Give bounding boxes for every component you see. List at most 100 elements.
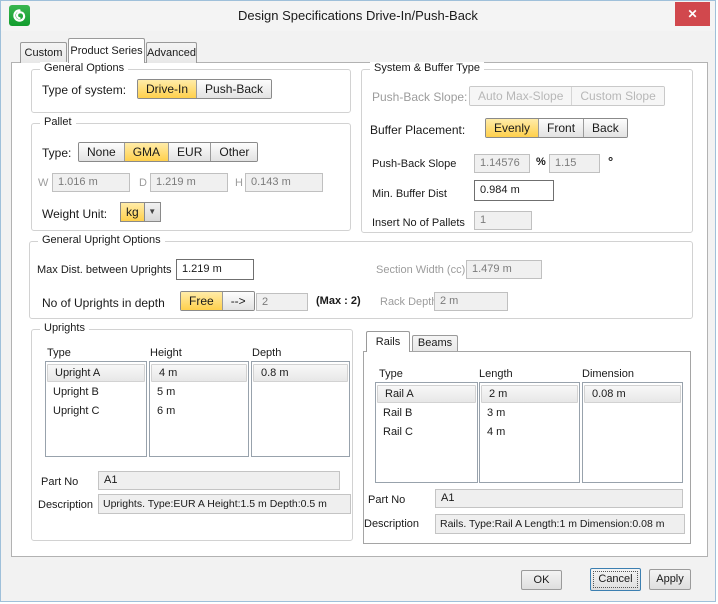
- rack-depth-field: 2 m: [434, 292, 508, 311]
- pallet-width-field: 1.016 m: [52, 173, 130, 192]
- tab-rails[interactable]: Rails: [366, 331, 410, 352]
- rails-type-list[interactable]: Rail A Rail B Rail C: [375, 382, 478, 483]
- width-label: W: [38, 177, 48, 189]
- buffer-placement-label: Buffer Placement:: [370, 123, 465, 137]
- column-header-depth: Depth: [252, 347, 281, 359]
- chevron-down-icon[interactable]: ▼: [145, 202, 161, 222]
- rails-length-list[interactable]: 2 m 3 m 4 m: [479, 382, 580, 483]
- rails-beams-control: Rails Beams Type Length Dimension Rail A…: [361, 331, 693, 546]
- list-item[interactable]: Upright C: [46, 402, 146, 421]
- group-title: General Upright Options: [38, 234, 165, 246]
- uprights-height-list[interactable]: 4 m 5 m 6 m: [149, 361, 249, 457]
- option-drive-in[interactable]: Drive-In: [138, 80, 196, 98]
- list-item[interactable]: 5 m: [150, 383, 248, 402]
- part-no-label: Part No: [368, 494, 405, 506]
- rails-part-no-field: A1: [435, 489, 683, 508]
- list-item[interactable]: 2 m: [481, 385, 578, 403]
- list-item[interactable]: 4 m: [480, 423, 579, 442]
- push-back-slope-toggle-label: Push-Back Slope:: [372, 90, 467, 104]
- option-other[interactable]: Other: [210, 143, 257, 161]
- column-header-type: Type: [379, 368, 403, 380]
- list-item[interactable]: Rail B: [376, 404, 477, 423]
- list-item[interactable]: 0.8 m: [253, 364, 348, 382]
- push-back-slope-label: Push-Back Slope: [372, 158, 456, 170]
- slope-degrees-field: 1.15: [549, 154, 600, 173]
- description-label: Description: [364, 518, 419, 530]
- list-item[interactable]: Rail A: [377, 385, 476, 403]
- uprights-depth-segmented: Free -->: [180, 291, 255, 311]
- list-item[interactable]: 6 m: [150, 402, 248, 421]
- pallet-type-label: Type:: [42, 146, 71, 160]
- group-pallet: Pallet Type: None GMA EUR Other W 1.016 …: [31, 123, 351, 231]
- column-header-dimension: Dimension: [582, 368, 634, 380]
- rails-dimension-list[interactable]: 0.08 m: [582, 382, 683, 483]
- pallet-type-segmented: None GMA EUR Other: [78, 142, 258, 162]
- uprights-part-no-field: A1: [98, 471, 340, 490]
- no-uprights-field: 2: [256, 293, 308, 311]
- option-eur[interactable]: EUR: [168, 143, 210, 161]
- weight-unit-value: kg: [120, 202, 145, 222]
- pallet-height-field: 0.143 m: [245, 173, 323, 192]
- pallet-depth-field: 1.219 m: [150, 173, 228, 192]
- rails-description-field: Rails. Type:Rail A Length:1 m Dimension:…: [435, 514, 685, 534]
- description-label: Description: [38, 499, 93, 511]
- option-gma[interactable]: GMA: [124, 143, 168, 161]
- tab-advanced[interactable]: Advanced: [146, 42, 197, 63]
- window-title: Design Specifications Drive-In/Push-Back: [1, 8, 715, 23]
- group-uprights: Uprights Type Height Depth Upright A Upr…: [31, 329, 353, 541]
- section-width-field: 1.479 m: [466, 260, 542, 279]
- group-title: General Options: [40, 62, 128, 74]
- type-of-system-label: Type of system:: [42, 83, 126, 97]
- list-item[interactable]: Upright B: [46, 383, 146, 402]
- insert-pallets-field: 1: [474, 211, 532, 230]
- list-item[interactable]: 4 m: [151, 364, 247, 382]
- dialog-window: Design Specifications Drive-In/Push-Back…: [0, 0, 716, 602]
- degree-sign: °: [608, 154, 613, 169]
- list-item[interactable]: 0.08 m: [584, 385, 681, 403]
- list-item[interactable]: 3 m: [480, 404, 579, 423]
- slope-percent-field: 1.14576: [474, 154, 530, 173]
- option-front[interactable]: Front: [538, 119, 583, 137]
- insert-pallets-label: Insert No of Pallets: [372, 217, 465, 229]
- option-auto-max-slope: Auto Max-Slope: [470, 87, 571, 105]
- depth-label: D: [139, 177, 147, 189]
- option-free[interactable]: Free: [181, 292, 222, 310]
- option-push-back[interactable]: Push-Back: [196, 80, 271, 98]
- no-uprights-label: No of Uprights in depth: [42, 296, 165, 310]
- part-no-label: Part No: [41, 476, 78, 488]
- ok-button[interactable]: OK: [521, 570, 562, 590]
- group-general-options: General Options Type of system: Drive-In…: [31, 69, 351, 113]
- weight-unit-label: Weight Unit:: [42, 207, 107, 221]
- option-evenly[interactable]: Evenly: [486, 119, 538, 137]
- close-button[interactable]: ✕: [675, 2, 710, 26]
- section-width-label: Section Width (cc): [376, 264, 465, 276]
- option-none[interactable]: None: [79, 143, 124, 161]
- column-header-height: Height: [150, 347, 182, 359]
- min-buffer-label: Min. Buffer Dist: [372, 188, 447, 200]
- group-title: System & Buffer Type: [370, 62, 484, 74]
- option-arrow[interactable]: -->: [222, 292, 254, 310]
- tab-custom[interactable]: Custom: [20, 42, 67, 63]
- apply-button[interactable]: Apply: [649, 569, 691, 590]
- uprights-depth-list[interactable]: 0.8 m: [251, 361, 350, 457]
- group-general-upright: General Upright Options Max Dist. betwee…: [29, 241, 693, 319]
- option-back[interactable]: Back: [583, 119, 627, 137]
- group-title: Pallet: [40, 116, 76, 128]
- rack-depth-label: Rack Depth: [380, 296, 437, 308]
- type-of-system-segmented: Drive-In Push-Back: [137, 79, 272, 99]
- tab-beams[interactable]: Beams: [412, 335, 458, 351]
- cancel-button[interactable]: Cancel: [590, 568, 641, 591]
- height-label: H: [235, 177, 243, 189]
- tab-product-series[interactable]: Product Series: [68, 38, 145, 63]
- max-dist-input[interactable]: 1.219 m: [176, 259, 254, 280]
- group-title: Uprights: [40, 322, 89, 334]
- buffer-placement-segmented: Evenly Front Back: [485, 118, 628, 138]
- list-item[interactable]: Upright A: [47, 364, 145, 382]
- uprights-type-list[interactable]: Upright A Upright B Upright C: [45, 361, 147, 457]
- weight-unit-dropdown[interactable]: kg ▼: [120, 202, 161, 222]
- column-header-type: Type: [47, 347, 71, 359]
- percent-sign: %: [536, 156, 546, 168]
- list-item[interactable]: Rail C: [376, 423, 477, 442]
- min-buffer-input[interactable]: 0.984 m: [474, 180, 554, 201]
- group-system-buffer: System & Buffer Type Push-Back Slope: Au…: [361, 69, 693, 233]
